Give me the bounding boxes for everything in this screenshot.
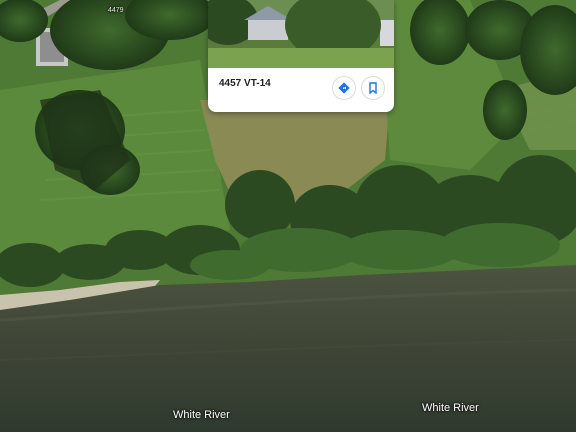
place-address: 4457 VT-14 — [219, 78, 271, 89]
directions-icon — [338, 82, 350, 94]
street-view-thumbnail[interactable] — [208, 0, 394, 68]
bookmark-icon — [369, 82, 377, 94]
place-info-card[interactable]: 4457 VT-14 — [208, 0, 394, 112]
save-button[interactable] — [361, 76, 385, 100]
road-label: 4479 — [108, 7, 124, 14]
water-label-white-river: White River — [173, 409, 230, 421]
water-label-white-river: White River — [422, 402, 479, 414]
directions-button[interactable] — [332, 76, 356, 100]
